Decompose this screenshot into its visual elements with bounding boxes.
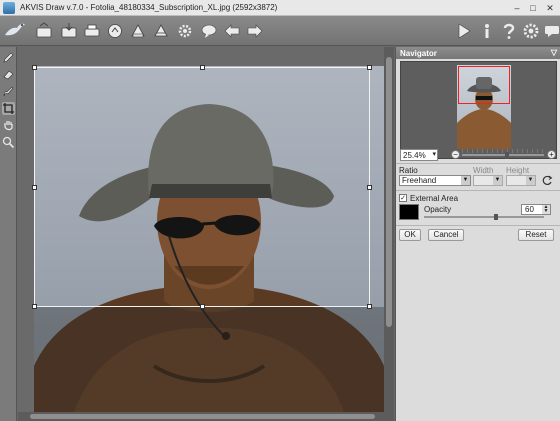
- main-toolbar: [0, 16, 560, 46]
- horizontal-scrollbar[interactable]: [18, 412, 394, 421]
- navigator-view-frame[interactable]: [458, 66, 510, 104]
- divider: [396, 190, 560, 191]
- divider: [396, 163, 560, 164]
- height-label: Height: [506, 166, 530, 175]
- zoom-slider[interactable]: [462, 154, 544, 156]
- print-icon[interactable]: [83, 22, 101, 40]
- image-canvas[interactable]: [18, 47, 384, 412]
- crop-handle-bottom-right[interactable]: [367, 304, 372, 309]
- crop-handle-bottom-left[interactable]: [32, 304, 37, 309]
- zoom-ticks: [462, 149, 544, 153]
- cancel-button[interactable]: Cancel: [428, 229, 464, 241]
- help-icon[interactable]: [500, 22, 518, 40]
- zoom-out-button[interactable]: −: [451, 150, 460, 159]
- crop-external-area: [34, 307, 384, 412]
- zoom-in-button[interactable]: +: [547, 150, 556, 159]
- reset-button[interactable]: Reset: [518, 229, 554, 241]
- opacity-field[interactable]: 60 ▲ ▼: [521, 204, 551, 215]
- ok-button[interactable]: OK: [399, 229, 421, 241]
- presets-icon[interactable]: [200, 22, 218, 40]
- tool-column: [0, 47, 17, 421]
- batch-icon[interactable]: [129, 22, 147, 40]
- crop-frame[interactable]: [32, 65, 372, 309]
- external-area-checkbox[interactable]: ✓: [399, 194, 407, 202]
- minimize-button[interactable]: –: [510, 2, 524, 14]
- opacity-slider[interactable]: [424, 216, 544, 218]
- info-icon[interactable]: [478, 22, 496, 40]
- open-icon[interactable]: [35, 22, 53, 40]
- save-icon[interactable]: [60, 22, 78, 40]
- vertical-scroll-thumb[interactable]: [386, 57, 392, 327]
- chevron-down-icon: ▼: [461, 176, 470, 185]
- rotate-ratio-icon[interactable]: [542, 175, 553, 186]
- chevron-down-icon: ▼: [526, 176, 535, 185]
- app-icon: [3, 2, 15, 14]
- crop-handle-top[interactable]: [200, 65, 205, 70]
- crop-handle-right[interactable]: [367, 185, 372, 190]
- opacity-slider-knob[interactable]: [494, 214, 498, 220]
- crop-handle-left[interactable]: [32, 185, 37, 190]
- horizontal-scroll-thumb[interactable]: [30, 414, 375, 419]
- collapse-chevron-icon[interactable]: ▽: [551, 48, 557, 57]
- opacity-value: 60: [525, 205, 534, 214]
- zoom-row: 25.4% ▾ − +: [400, 149, 557, 163]
- external-area-label: External Area: [410, 194, 459, 203]
- share-icon[interactable]: [106, 22, 124, 40]
- crop-icon[interactable]: [2, 102, 15, 115]
- comment-icon[interactable]: [543, 22, 560, 40]
- zoom-select[interactable]: 25.4% ▾: [400, 149, 438, 161]
- width-field[interactable]: ▼: [473, 175, 503, 186]
- width-label: Width: [473, 166, 494, 175]
- crop-handle-bottom[interactable]: [200, 304, 205, 309]
- close-button[interactable]: ✕: [543, 2, 557, 14]
- right-panel: Navigator ▽ 25.4% ▾ − + Ratio Width Heig…: [395, 47, 560, 421]
- run-icon[interactable]: [455, 22, 473, 40]
- import-icon[interactable]: [152, 22, 170, 40]
- ratio-select[interactable]: Freehand ▼: [399, 175, 471, 186]
- ratio-label: Ratio: [399, 166, 418, 175]
- external-area-color-swatch[interactable]: [399, 204, 419, 220]
- undo-arrow-icon[interactable]: [223, 22, 241, 40]
- zoom-icon[interactable]: [2, 136, 15, 149]
- ratio-value: Freehand: [402, 176, 437, 185]
- chevron-down-icon: ▼: [493, 176, 502, 185]
- preferences-icon[interactable]: [522, 22, 540, 40]
- app-window: AKVIS Draw v.7.0 - Fotolia_48180334_Subs…: [0, 0, 560, 421]
- opacity-label: Opacity: [424, 205, 452, 214]
- chevron-down-icon: ▾: [432, 151, 436, 158]
- zoom-value: 25.4%: [403, 151, 426, 160]
- spin-arrows-icon[interactable]: ▲ ▼: [542, 205, 550, 214]
- window-title: AKVIS Draw v.7.0 - Fotolia_48180334_Subs…: [20, 3, 278, 12]
- vertical-scrollbar[interactable]: [384, 47, 394, 412]
- navigator-preview[interactable]: [400, 61, 557, 159]
- settings-gear-icon[interactable]: [176, 22, 194, 40]
- zoom-slider-knob[interactable]: [505, 152, 510, 159]
- navigator-header[interactable]: Navigator ▽: [396, 47, 560, 59]
- crop-handle-top-left[interactable]: [32, 65, 37, 70]
- pencil-icon[interactable]: [2, 51, 15, 64]
- maximize-button[interactable]: □: [526, 2, 540, 14]
- brush-icon[interactable]: [2, 85, 15, 98]
- crop-handle-top-right[interactable]: [367, 65, 372, 70]
- redo-arrow-icon[interactable]: [246, 22, 264, 40]
- height-field[interactable]: ▼: [506, 175, 536, 186]
- hand-icon[interactable]: [2, 119, 15, 132]
- divider: [396, 225, 560, 226]
- title-bar: AKVIS Draw v.7.0 - Fotolia_48180334_Subs…: [0, 0, 560, 16]
- navigator-title: Navigator: [400, 49, 437, 58]
- akvis-logo-icon: [3, 19, 27, 43]
- eraser-icon[interactable]: [2, 68, 15, 81]
